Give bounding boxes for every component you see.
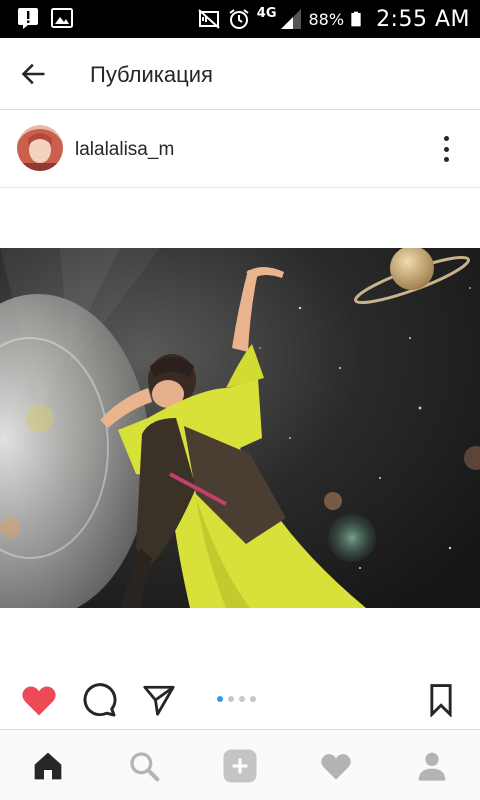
bookmark-icon xyxy=(430,684,452,717)
comment-icon xyxy=(83,683,117,717)
save-button[interactable] xyxy=(421,682,461,718)
post-header: lalalalisa_m xyxy=(0,110,480,188)
carousel-dot xyxy=(239,696,245,702)
heart-icon xyxy=(22,686,56,716)
back-button[interactable] xyxy=(14,56,54,92)
profile-icon xyxy=(418,752,446,781)
notification-alert-icon xyxy=(18,8,38,29)
status-bar: 4G 88% 2:55 AM xyxy=(0,0,480,38)
bottom-navigation xyxy=(0,731,480,800)
post-image xyxy=(0,248,480,608)
carousel-indicator xyxy=(217,696,256,702)
add-icon xyxy=(223,749,257,782)
more-vertical-icon xyxy=(443,136,449,141)
avatar-image xyxy=(17,125,63,171)
share-icon xyxy=(143,685,175,716)
arrow-left-icon xyxy=(21,63,45,85)
post-photo[interactable] xyxy=(0,248,480,608)
gallery-icon xyxy=(51,8,73,28)
nav-search[interactable] xyxy=(96,731,192,800)
nav-activity[interactable] xyxy=(288,731,384,800)
battery-icon xyxy=(351,11,361,27)
like-button[interactable] xyxy=(19,682,59,718)
status-right: 4G 88% 2:55 AM xyxy=(197,4,470,34)
home-icon xyxy=(34,752,62,779)
battery-percent: 88% xyxy=(308,9,345,29)
network-type: 4G xyxy=(256,5,277,21)
carousel-dot xyxy=(217,696,223,702)
page-title: Публикация xyxy=(90,62,213,87)
avatar[interactable] xyxy=(17,125,63,171)
comment-button[interactable] xyxy=(79,682,119,718)
app-bar: Публикация xyxy=(0,38,480,110)
post-username[interactable]: lalalalisa_m xyxy=(75,139,174,161)
carousel-dot xyxy=(228,696,234,702)
more-dot xyxy=(443,157,449,162)
alarm-icon xyxy=(229,9,249,29)
more-dot xyxy=(443,146,449,152)
clock: 2:55 AM xyxy=(376,6,470,32)
search-icon xyxy=(130,751,160,781)
mute-icon xyxy=(198,9,220,29)
more-options-button[interactable] xyxy=(436,134,456,164)
nav-add[interactable] xyxy=(192,731,288,800)
status-left xyxy=(16,6,74,30)
nav-home[interactable] xyxy=(0,731,96,800)
nav-profile[interactable] xyxy=(384,731,480,800)
carousel-dot xyxy=(250,696,256,702)
post-action-bar xyxy=(0,668,480,730)
share-button[interactable] xyxy=(139,682,179,718)
signal-icon xyxy=(280,9,301,29)
activity-icon xyxy=(321,753,351,780)
